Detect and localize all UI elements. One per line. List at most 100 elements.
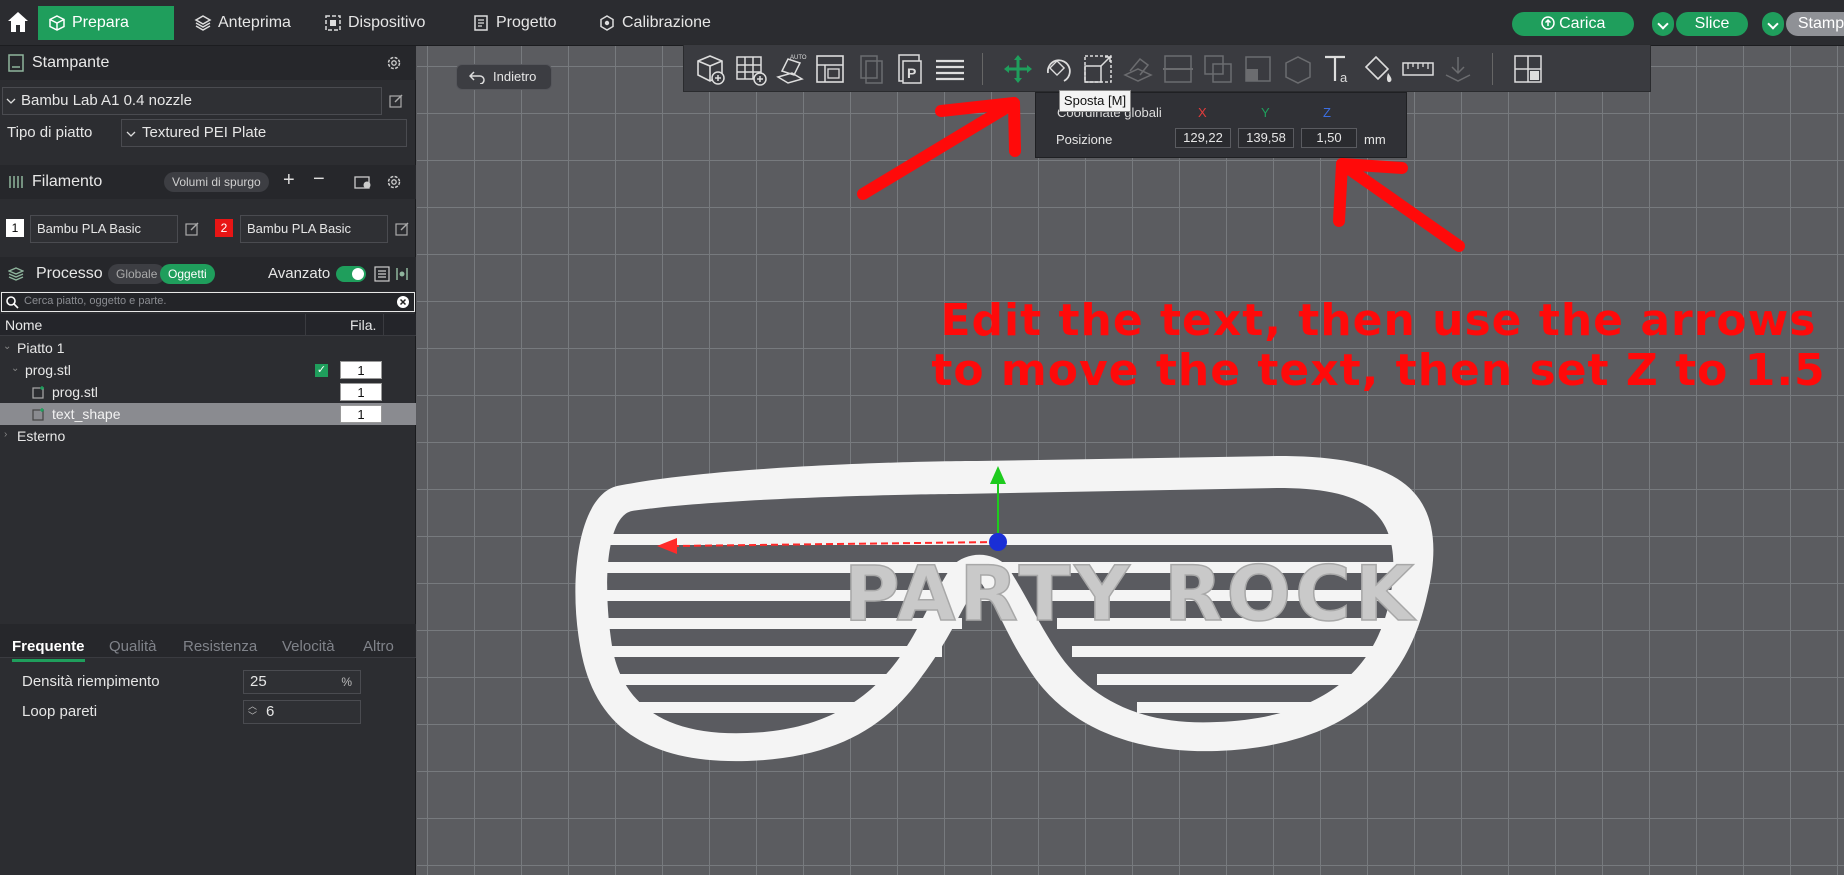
compare-icon[interactable]: [394, 266, 410, 282]
collapse-arrow-icon[interactable]: ⌄: [3, 336, 11, 358]
auto-orient-icon[interactable]: AUTO: [772, 51, 808, 87]
viewport-toolbar: AUTO P a: [683, 44, 1651, 92]
filament-index[interactable]: 1: [340, 361, 382, 379]
z-axis-handle-icon[interactable]: [989, 533, 1007, 551]
tab-progetto[interactable]: Progetto: [462, 6, 576, 40]
edit-icon[interactable]: [394, 221, 410, 237]
wall-loops-input[interactable]: ︿ ﹀ 6: [243, 700, 361, 724]
left-panel: Stampante Bambu Lab A1 0.4 nozzle Tipo d…: [0, 46, 416, 875]
scope-global-toggle[interactable]: Globale: [108, 264, 166, 284]
tab-anteprima[interactable]: Anteprima: [184, 6, 294, 40]
filament-slot-2-name: Bambu PLA Basic: [247, 221, 352, 236]
add-icon[interactable]: +: [283, 169, 295, 192]
tree-label: prog.stl: [52, 384, 98, 400]
filament-index[interactable]: 1: [340, 405, 382, 423]
text-tool-icon[interactable]: a: [1320, 51, 1356, 87]
3d-viewport[interactable]: Indietro PARTY ROCK Edit the text, then …: [417, 46, 1844, 875]
slice-dropdown-button[interactable]: [1652, 12, 1674, 36]
tab-altro[interactable]: Altro: [363, 638, 394, 662]
tree-row-part[interactable]: prog.stl 1: [0, 381, 416, 403]
plate-settings-icon[interactable]: P: [892, 51, 928, 87]
tab-prepara[interactable]: Prepara: [38, 6, 174, 40]
tab-anteprima-label: Anteprima: [218, 14, 291, 31]
filament-slot-2-select[interactable]: Bambu PLA Basic: [240, 215, 388, 243]
position-label: Posizione: [1056, 132, 1113, 147]
filament-slot-1-swatch[interactable]: 1: [6, 219, 24, 237]
object-search-box[interactable]: Cerca piatto, oggetto e parte.: [1, 292, 415, 312]
printer-select[interactable]: Bambu Lab A1 0.4 nozzle: [2, 87, 382, 115]
clear-icon[interactable]: [396, 295, 410, 309]
tree-row-object[interactable]: ⌄ prog.stl ✓ 1: [0, 359, 416, 381]
add-cube-icon[interactable]: [692, 51, 728, 87]
tab-velocita[interactable]: Velocità: [282, 638, 335, 662]
instruction-annotation: Edit the text, then use the arrows to mo…: [417, 296, 1842, 396]
flush-volumes-button[interactable]: Volumi di spurgo: [164, 172, 269, 192]
annotation-arrow-right: [1336, 158, 1465, 252]
print-button[interactable]: Stamp: [1786, 12, 1844, 36]
tree-row-plate[interactable]: ⌄ Piatto 1: [0, 337, 416, 359]
part-icon: [32, 386, 44, 399]
sync-ams-icon[interactable]: [354, 174, 372, 190]
expand-arrow-icon[interactable]: ›: [4, 424, 7, 446]
scope-objects-toggle[interactable]: Oggetti: [160, 264, 215, 284]
process-section-title: Processo: [36, 265, 103, 282]
seam-paint-icon[interactable]: [1280, 51, 1316, 87]
part-icon: [32, 408, 44, 421]
chevron-down-icon: [126, 131, 136, 137]
filament-slot-1-select[interactable]: Bambu PLA Basic: [30, 215, 178, 243]
upload-button[interactable]: Carica: [1512, 12, 1634, 36]
position-z-input[interactable]: 1,50: [1301, 128, 1357, 148]
assemble-icon[interactable]: [1440, 51, 1476, 87]
filament-slot-2-swatch[interactable]: 2: [215, 219, 233, 237]
list-icon[interactable]: [374, 266, 390, 282]
slice-button[interactable]: Slice: [1676, 12, 1748, 36]
stepper-arrows-icon[interactable]: ︿ ﹀: [248, 701, 257, 721]
scale-tool-icon[interactable]: [1080, 51, 1116, 87]
position-y-input[interactable]: 139,58: [1238, 128, 1294, 148]
layers-icon: [194, 15, 212, 31]
search-placeholder: Cerca piatto, oggetto e parte.: [24, 295, 167, 307]
edit-icon[interactable]: [388, 93, 404, 109]
print-dropdown-button[interactable]: [1762, 12, 1784, 36]
printable-checkbox[interactable]: ✓: [315, 364, 328, 377]
tab-calibrazione[interactable]: Calibrazione: [588, 6, 728, 40]
tab-dispositivo[interactable]: Dispositivo: [314, 6, 444, 40]
support-paint-icon[interactable]: [1240, 51, 1276, 87]
tree-row-text-shape[interactable]: text_shape 1: [0, 403, 416, 425]
filament-index[interactable]: 1: [340, 383, 382, 401]
infill-density-value: 25: [250, 673, 267, 690]
boolean-tool-icon[interactable]: [1200, 51, 1236, 87]
copy-icon[interactable]: [852, 51, 888, 87]
rotate-tool-icon[interactable]: [1040, 51, 1076, 87]
split-parts-icon[interactable]: [1510, 51, 1546, 87]
remove-icon[interactable]: −: [313, 168, 325, 191]
infill-density-unit: %: [341, 675, 352, 689]
move-tool-icon[interactable]: [1000, 51, 1036, 87]
tab-resistenza[interactable]: Resistenza: [183, 638, 257, 662]
advanced-toggle[interactable]: [336, 266, 366, 282]
color-paint-icon[interactable]: [1360, 51, 1396, 87]
layers-list-icon[interactable]: [932, 51, 968, 87]
plate-type-select[interactable]: Textured PEI Plate: [121, 119, 407, 147]
model-text[interactable]: PARTY ROCK: [843, 548, 1418, 639]
settings-gear-icon[interactable]: [386, 174, 402, 190]
position-x-input[interactable]: 129,22: [1175, 128, 1231, 148]
lay-on-face-icon[interactable]: [1120, 51, 1156, 87]
cut-tool-icon[interactable]: [1160, 51, 1196, 87]
filament-slot-2-index: 2: [220, 221, 228, 235]
tab-qualita[interactable]: Qualità: [109, 638, 157, 662]
glasses-model[interactable]: PARTY ROCK: [575, 456, 1434, 762]
edit-icon[interactable]: [184, 221, 200, 237]
tree-row-external[interactable]: › Esterno: [0, 425, 416, 447]
home-icon[interactable]: [4, 8, 32, 38]
measure-tool-icon[interactable]: [1400, 51, 1436, 87]
filament-section-title: Filamento: [32, 173, 103, 190]
settings-gear-icon[interactable]: [386, 55, 402, 71]
arrange-icon[interactable]: [812, 51, 848, 87]
add-plate-icon[interactable]: [732, 51, 768, 87]
infill-density-input[interactable]: 25 %: [243, 670, 361, 694]
tab-frequente[interactable]: Frequente: [12, 638, 85, 662]
filament-slot-1-index: 1: [11, 221, 19, 235]
tree-label: prog.stl: [25, 362, 71, 378]
collapse-arrow-icon[interactable]: ⌄: [11, 358, 19, 380]
